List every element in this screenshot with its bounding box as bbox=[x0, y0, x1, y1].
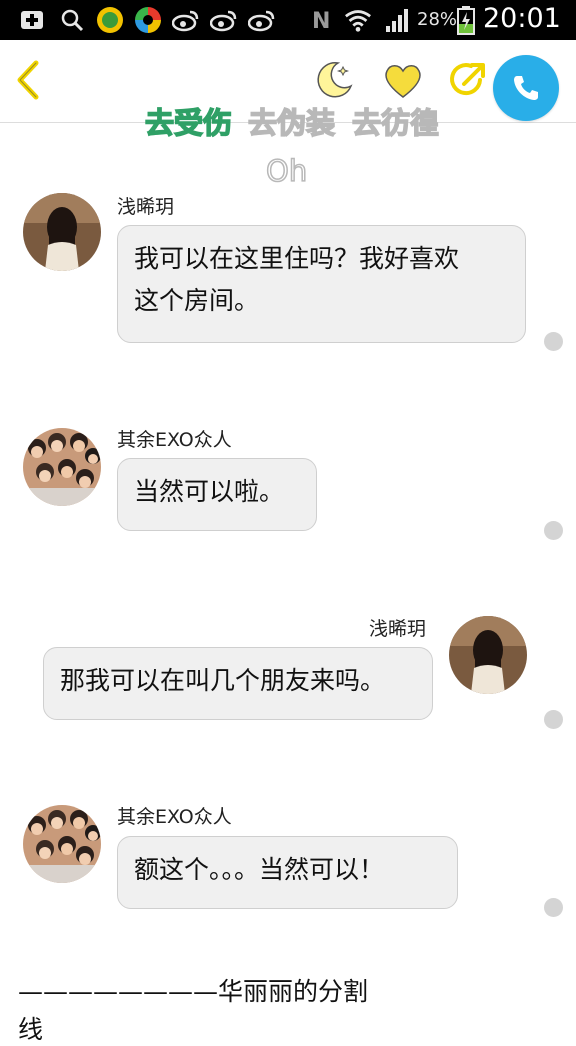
message-text-line: 我可以在这里住吗？我好喜欢 bbox=[134, 244, 460, 273]
app-color-icon bbox=[134, 6, 162, 34]
clock: 20:01 bbox=[483, 3, 561, 34]
girl-avatar-icon bbox=[449, 616, 527, 694]
group-avatar-icon bbox=[23, 428, 101, 506]
message-status-dot bbox=[544, 521, 563, 540]
sender-name: 浅晞玥 bbox=[117, 196, 175, 218]
message-status-dot bbox=[544, 710, 563, 729]
lyric-segment-3: 去彷徨 bbox=[351, 105, 440, 141]
message-bubble[interactable]: 当然可以啦。 bbox=[117, 458, 317, 531]
moon-icon bbox=[317, 62, 353, 98]
call-button[interactable] bbox=[493, 55, 559, 121]
weibo-icon bbox=[172, 6, 200, 34]
heart-icon bbox=[385, 65, 421, 98]
svg-text:N: N bbox=[312, 9, 330, 34]
status-bar: N 28% 20:01 bbox=[0, 0, 576, 40]
back-button[interactable] bbox=[10, 58, 50, 102]
sender-name: 其余EXO众人 bbox=[117, 806, 232, 828]
nfc-icon: N bbox=[308, 6, 336, 34]
message-status-dot bbox=[544, 898, 563, 917]
app-badge-icon bbox=[96, 6, 124, 34]
weibo-icon bbox=[210, 6, 238, 34]
wifi-icon bbox=[344, 6, 372, 34]
phone-icon bbox=[514, 76, 538, 100]
divider-text: ————————华丽丽的分割 bbox=[18, 977, 369, 1006]
lyric-segment-2: 去伪装 bbox=[247, 105, 336, 141]
back-chevron-icon bbox=[17, 60, 39, 100]
message-text-line: 额这个。。。当然可以！ bbox=[134, 855, 385, 884]
divider-text-continued: 线 bbox=[18, 1015, 44, 1044]
share-button[interactable] bbox=[446, 58, 490, 102]
message-text-line: 这个房间。 bbox=[134, 286, 260, 315]
sender-name: 浅晞玥 bbox=[369, 618, 427, 640]
lyric-next-line: Oh bbox=[265, 153, 308, 189]
message-bubble[interactable]: 我可以在这里住吗？我好喜欢 这个房间。 bbox=[117, 225, 526, 343]
battery-percent: 28% bbox=[417, 9, 458, 30]
avatar[interactable] bbox=[23, 428, 101, 506]
share-icon bbox=[450, 63, 485, 96]
group-avatar-icon bbox=[23, 805, 101, 883]
message-bubble[interactable]: 那我可以在叫几个朋友来吗。 bbox=[43, 647, 433, 720]
sender-name: 其余EXO众人 bbox=[117, 429, 232, 451]
battery-charging-icon bbox=[452, 6, 480, 35]
girl-avatar-icon bbox=[23, 193, 101, 271]
message-text-line: 那我可以在叫几个朋友来吗。 bbox=[60, 666, 386, 695]
avatar[interactable] bbox=[23, 805, 101, 883]
message-status-dot bbox=[544, 332, 563, 351]
avatar[interactable] bbox=[449, 616, 527, 694]
add-notification-icon bbox=[18, 6, 46, 34]
avatar[interactable] bbox=[23, 193, 101, 271]
night-mode-button[interactable] bbox=[312, 58, 356, 102]
signal-icon bbox=[384, 6, 412, 34]
weibo-icon bbox=[248, 6, 276, 34]
message-text-line: 当然可以啦。 bbox=[134, 477, 285, 506]
favorite-button[interactable] bbox=[381, 58, 425, 102]
lyric-segment-1: 去受伤 bbox=[144, 105, 233, 141]
search-icon bbox=[58, 6, 86, 34]
message-bubble[interactable]: 额这个。。。当然可以！ bbox=[117, 836, 458, 909]
